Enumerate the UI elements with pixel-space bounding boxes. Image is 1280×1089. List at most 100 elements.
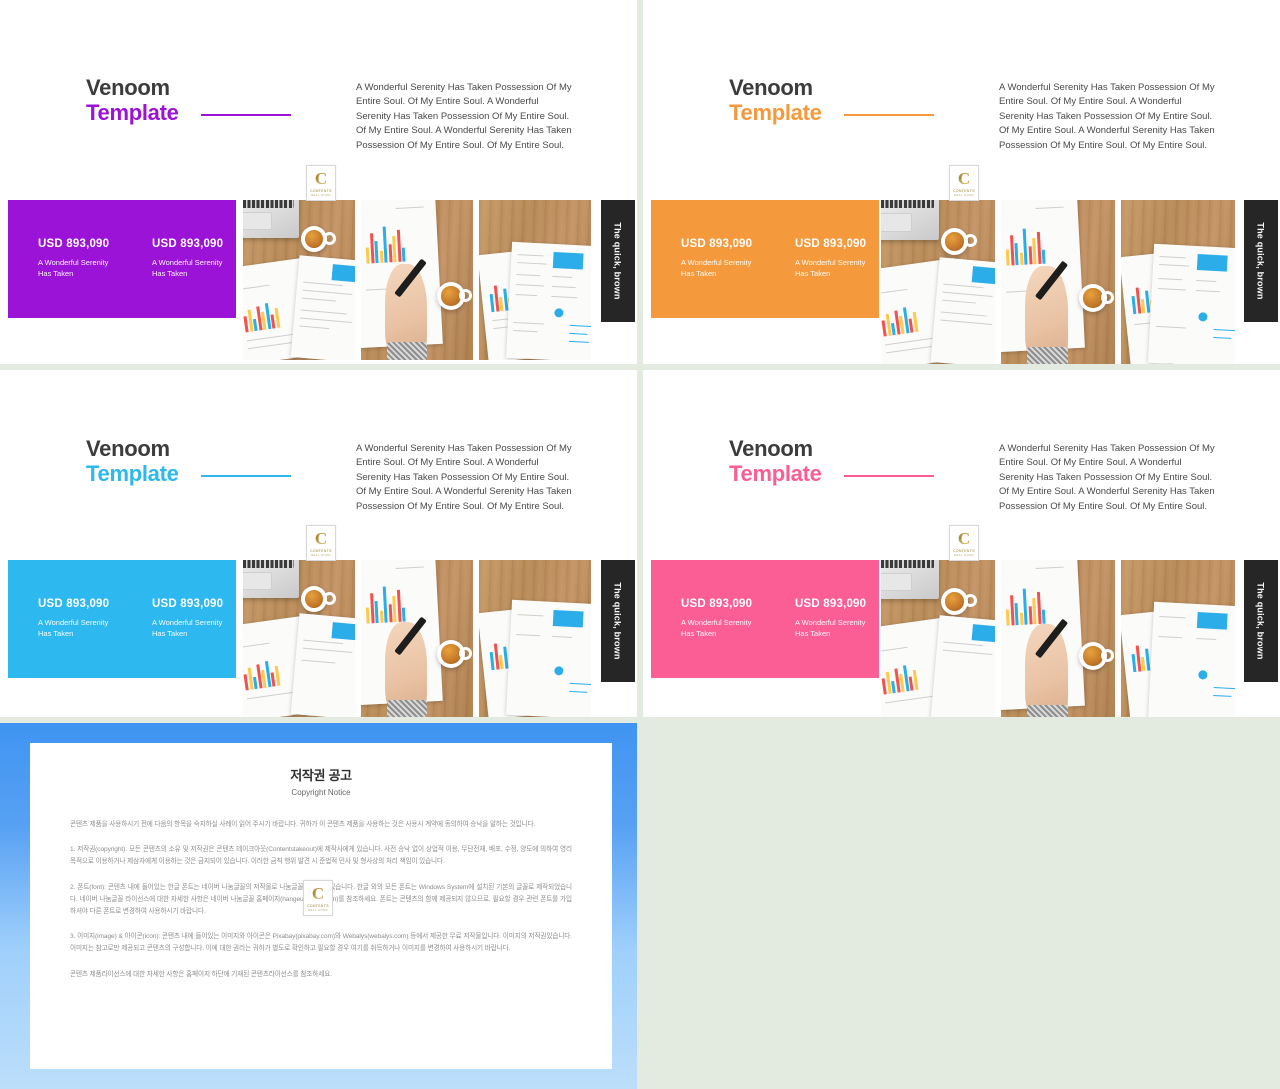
stat-description: A Wonderful Serenity Has Taken	[38, 258, 122, 280]
stat-desc-line2: Has Taken	[795, 269, 831, 278]
stat-amount: USD 893,090	[681, 238, 753, 251]
stat-cell: USD 893,090 A Wonderful Serenity Has Tak…	[8, 238, 122, 280]
stat-cell: USD 893,090 A Wonderful Serenity Has Tak…	[8, 598, 122, 640]
logo-subwordmark: REAL GOOD	[308, 908, 328, 912]
logo-subwordmark: REAL GOOD	[311, 193, 331, 197]
photo-documents	[479, 200, 591, 360]
stat-desc-line1: A Wonderful Serenity	[152, 618, 223, 628]
stat-description: A Wonderful Serenity Has Taken	[795, 618, 879, 640]
title-line2: Template	[86, 100, 179, 126]
logo-monogram-icon: C	[957, 168, 971, 188]
title-rule	[201, 475, 291, 477]
photo-desk-laptop	[881, 560, 995, 717]
stat-desc-line2: Has Taken	[38, 269, 74, 278]
slide-pink[interactable]: Venoom Template A Wonderful Serenity Has…	[643, 370, 1280, 717]
slide-pink-title: Venoom Template	[729, 436, 822, 487]
stat-desc-line1: A Wonderful Serenity	[38, 618, 109, 628]
copyright-title-ko: 저작권 공고	[290, 768, 352, 783]
logo-wordmark: CONTENTS	[310, 548, 332, 553]
copyright-footer: 콘텐츠 제품라이선스에 대한 자세한 사항은 홈페이지 하단에 기재된 콘텐츠라…	[70, 970, 332, 978]
stat-amount: USD 893,090	[795, 598, 867, 611]
logo-subwordmark: REAL GOOD	[311, 553, 331, 557]
vertical-dark-bar: The quick, brown	[1244, 200, 1278, 322]
stat-panel-purple: USD 893,090 A Wonderful Serenity Has Tak…	[8, 200, 236, 318]
photo-hand-writing	[1001, 560, 1115, 717]
stat-amount: USD 893,090	[681, 598, 753, 611]
title-rule	[844, 114, 934, 116]
vertical-dark-bar: The quick, brown	[601, 200, 635, 322]
stat-amount: USD 893,090	[152, 598, 224, 611]
title-rule	[201, 114, 291, 116]
slide-orange[interactable]: Venoom Template A Wonderful Serenity Has…	[643, 0, 1280, 364]
copyright-paragraph: 3. 이미지(image) & 아이콘(icon): 콘텐츠 내에 들어있는 이…	[70, 933, 572, 953]
logo-subwordmark: REAL GOOD	[954, 553, 974, 557]
vertical-label: The quick, brown	[1256, 582, 1266, 660]
stat-cell: USD 893,090 A Wonderful Serenity Has Tak…	[122, 598, 236, 640]
contents-logo-badge: C CONTENTS REAL GOOD	[949, 525, 979, 561]
logo-monogram-icon: C	[311, 883, 325, 903]
photo-documents	[1121, 560, 1235, 717]
copyright-intro: 콘텐츠 제품을 사용하시기 전에 다음의 항목을 숙지하실 사례이 읽어 주시기…	[70, 821, 536, 828]
title-line2: Template	[86, 461, 179, 487]
logo-monogram-icon: C	[314, 528, 328, 548]
photo-desk-laptop	[881, 200, 995, 364]
stat-cell: USD 893,090 A Wonderful Serenity Has Tak…	[765, 238, 879, 280]
stat-desc-line2: Has Taken	[795, 629, 831, 638]
title-rule	[844, 475, 934, 477]
stat-desc-line2: Has Taken	[681, 629, 717, 638]
stat-amount: USD 893,090	[38, 238, 110, 251]
vertical-label: The quick, brown	[1256, 222, 1266, 300]
contents-logo-badge: C CONTENTS REAL GOOD	[949, 165, 979, 201]
stat-panel-orange: USD 893,090 A Wonderful Serenity Has Tak…	[651, 200, 879, 318]
title-line1: Venoom	[729, 75, 813, 100]
stat-desc-line1: A Wonderful Serenity	[795, 258, 866, 268]
logo-monogram-icon: C	[314, 168, 328, 188]
vertical-label: The quick, brown	[613, 222, 623, 300]
stat-cell: USD 893,090 A Wonderful Serenity Has Tak…	[651, 238, 765, 280]
stat-desc-line2: Has Taken	[152, 269, 188, 278]
stat-description: A Wonderful Serenity Has Taken	[152, 258, 236, 280]
slide-cyan[interactable]: Venoom Template A Wonderful Serenity Has…	[0, 370, 637, 717]
stat-description: A Wonderful Serenity Has Taken	[681, 618, 765, 640]
stat-description: A Wonderful Serenity Has Taken	[795, 258, 879, 280]
slide-purple-title: Venoom Template	[86, 75, 179, 126]
title-line2: Template	[729, 461, 822, 487]
slide-copyright-notice[interactable]: 저작권 공고 Copyright Notice 콘텐츠 제품을 사용하시기 전에…	[0, 723, 637, 1089]
vertical-dark-bar: The quick, brown	[601, 560, 635, 682]
logo-wordmark: CONTENTS	[953, 188, 975, 193]
intro-blurb: A Wonderful Serenity Has Taken Possessio…	[999, 443, 1215, 512]
stat-amount: USD 893,090	[152, 238, 224, 251]
stat-cell: USD 893,090 A Wonderful Serenity Has Tak…	[651, 598, 765, 640]
slide-orange-title: Venoom Template	[729, 75, 822, 126]
photo-strip	[881, 200, 1235, 364]
contents-logo-badge: C CONTENTS REAL GOOD	[303, 880, 333, 916]
stat-desc-line1: A Wonderful Serenity	[795, 618, 866, 628]
logo-wordmark: CONTENTS	[310, 188, 332, 193]
photo-documents	[479, 560, 591, 717]
title-line1: Venoom	[86, 436, 170, 461]
stat-desc-line1: A Wonderful Serenity	[152, 258, 223, 268]
stat-desc-line1: A Wonderful Serenity	[681, 618, 752, 628]
logo-wordmark: CONTENTS	[307, 903, 329, 908]
stat-panel-pink: USD 893,090 A Wonderful Serenity Has Tak…	[651, 560, 879, 678]
photo-hand-writing	[361, 200, 473, 360]
stat-cell: USD 893,090 A Wonderful Serenity Has Tak…	[122, 238, 236, 280]
intro-blurb: A Wonderful Serenity Has Taken Possessio…	[356, 82, 572, 151]
logo-subwordmark: REAL GOOD	[954, 193, 974, 197]
stat-amount: USD 893,090	[38, 598, 110, 611]
stat-description: A Wonderful Serenity Has Taken	[681, 258, 765, 280]
vertical-label: The quick, brown	[613, 582, 623, 660]
photo-desk-laptop	[243, 200, 355, 360]
stat-cell: USD 893,090 A Wonderful Serenity Has Tak…	[765, 598, 879, 640]
stat-description: A Wonderful Serenity Has Taken	[152, 618, 236, 640]
contents-logo-badge: C CONTENTS REAL GOOD	[306, 525, 336, 561]
slide-purple[interactable]: Venoom Template A Wonderful Serenity Has…	[0, 0, 637, 364]
stat-desc-line2: Has Taken	[681, 269, 717, 278]
stat-desc-line2: Has Taken	[152, 629, 188, 638]
stat-description: A Wonderful Serenity Has Taken	[38, 618, 122, 640]
stat-amount: USD 893,090	[795, 238, 867, 251]
vertical-dark-bar: The quick, brown	[1244, 560, 1278, 682]
stat-desc-line2: Has Taken	[38, 629, 74, 638]
logo-monogram-icon: C	[957, 528, 971, 548]
photo-strip	[881, 560, 1235, 717]
